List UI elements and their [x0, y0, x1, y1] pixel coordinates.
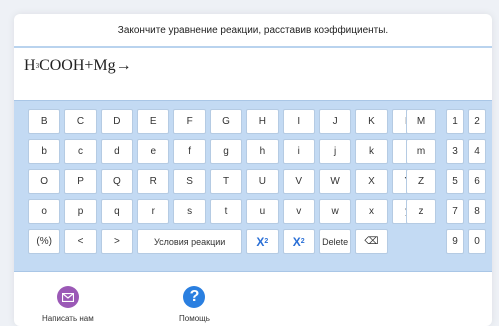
key-t[interactable]: t [209, 199, 243, 224]
key-O[interactable]: O [28, 169, 61, 194]
key-7[interactable]: 7 [446, 199, 464, 224]
superscript-button[interactable]: X2 [282, 229, 315, 254]
key-h[interactable]: h [246, 139, 279, 164]
key-U[interactable]: U [246, 169, 279, 194]
key-p[interactable]: p [64, 199, 97, 224]
key-c[interactable]: c [64, 139, 97, 164]
key-b[interactable]: b [28, 139, 61, 164]
key-v[interactable]: v [282, 199, 315, 224]
backspace-button[interactable]: ⌫ [355, 229, 388, 254]
instruction-text: Закончите уравнение реакции, расставив к… [117, 24, 389, 36]
subscript-button[interactable]: X2 [246, 229, 279, 254]
key-E[interactable]: E [137, 109, 170, 134]
action-bar: Написать нам ? Помощь [14, 284, 492, 326]
key-V[interactable]: V [282, 169, 315, 194]
key-K[interactable]: K [355, 109, 388, 134]
mail-icon [56, 286, 79, 308]
write-us-action[interactable]: Написать нам [42, 286, 94, 323]
key-C[interactable]: C [64, 109, 97, 134]
key-B[interactable]: B [28, 109, 61, 134]
key-u[interactable]: u [246, 199, 279, 224]
key-Z[interactable]: Z [406, 169, 436, 194]
chemistry-keyboard: B C D E F G H I J K L b c d e f g h i j … [14, 100, 492, 272]
key-G[interactable]: G [209, 109, 243, 134]
help-icon: ? [183, 286, 206, 308]
key-H[interactable]: H [246, 109, 279, 134]
key-q[interactable]: q [100, 199, 134, 224]
key-g[interactable]: g [209, 139, 243, 164]
key-r[interactable]: r [137, 199, 170, 224]
subscript-n: 2 [264, 238, 269, 245]
key-less[interactable]: < [64, 229, 97, 254]
key-W[interactable]: W [318, 169, 352, 194]
key-z[interactable]: z [406, 199, 436, 224]
superscript-n: 2 [300, 238, 305, 245]
key-e[interactable]: e [137, 139, 170, 164]
key-k[interactable]: k [355, 139, 388, 164]
help-label: Помощь [179, 314, 210, 323]
key-R[interactable]: R [137, 169, 170, 194]
key-D[interactable]: D [100, 109, 134, 134]
number-keys: 1 2 3 4 5 6 7 8 9 0 [446, 109, 486, 254]
key-w[interactable]: w [318, 199, 352, 224]
reaction-conditions-button[interactable]: Условия реакции [137, 229, 243, 254]
key-8[interactable]: 8 [468, 199, 486, 224]
key-o[interactable]: o [28, 199, 61, 224]
task-card: Закончите уравнение реакции, расставив к… [14, 14, 492, 326]
extra-letter-column: M m Z z [406, 109, 436, 224]
key-X[interactable]: X [355, 169, 388, 194]
key-j[interactable]: j [318, 139, 352, 164]
key-i[interactable]: i [282, 139, 315, 164]
key-f[interactable]: f [173, 139, 206, 164]
key-6[interactable]: 6 [468, 169, 486, 194]
key-J[interactable]: J [318, 109, 352, 134]
key-x[interactable]: x [355, 199, 388, 224]
key-s[interactable]: s [173, 199, 206, 224]
key-Q[interactable]: Q [100, 169, 134, 194]
equation-prefix: H [24, 57, 36, 74]
letter-keys: B C D E F G H I J K L b c d e f g h i j … [28, 109, 424, 254]
instruction-header: Закончите уравнение реакции, расставив к… [14, 14, 492, 48]
key-0[interactable]: 0 [468, 229, 486, 254]
equation-rest: COOH+Mg→ [39, 57, 132, 74]
key-d[interactable]: d [100, 139, 134, 164]
key-4[interactable]: 4 [468, 139, 486, 164]
key-9[interactable]: 9 [446, 229, 464, 254]
write-us-label: Написать нам [42, 314, 94, 323]
key-m[interactable]: m [406, 139, 436, 164]
key-2[interactable]: 2 [468, 109, 486, 134]
delete-button[interactable]: Delete [318, 229, 352, 254]
help-action[interactable]: ? Помощь [179, 286, 210, 323]
subscript-x: X [256, 234, 265, 249]
key-paren[interactable]: (%) [28, 229, 61, 254]
key-S[interactable]: S [173, 169, 206, 194]
key-T[interactable]: T [209, 169, 243, 194]
key-3[interactable]: 3 [446, 139, 464, 164]
superscript-x: X [292, 234, 301, 249]
equation-input[interactable]: H 3 COOH+Mg→ [14, 48, 492, 84]
key-F[interactable]: F [173, 109, 206, 134]
key-P[interactable]: P [64, 169, 97, 194]
key-1[interactable]: 1 [446, 109, 464, 134]
key-M[interactable]: M [406, 109, 436, 134]
key-greater[interactable]: > [100, 229, 134, 254]
key-5[interactable]: 5 [446, 169, 464, 194]
key-I[interactable]: I [282, 109, 315, 134]
